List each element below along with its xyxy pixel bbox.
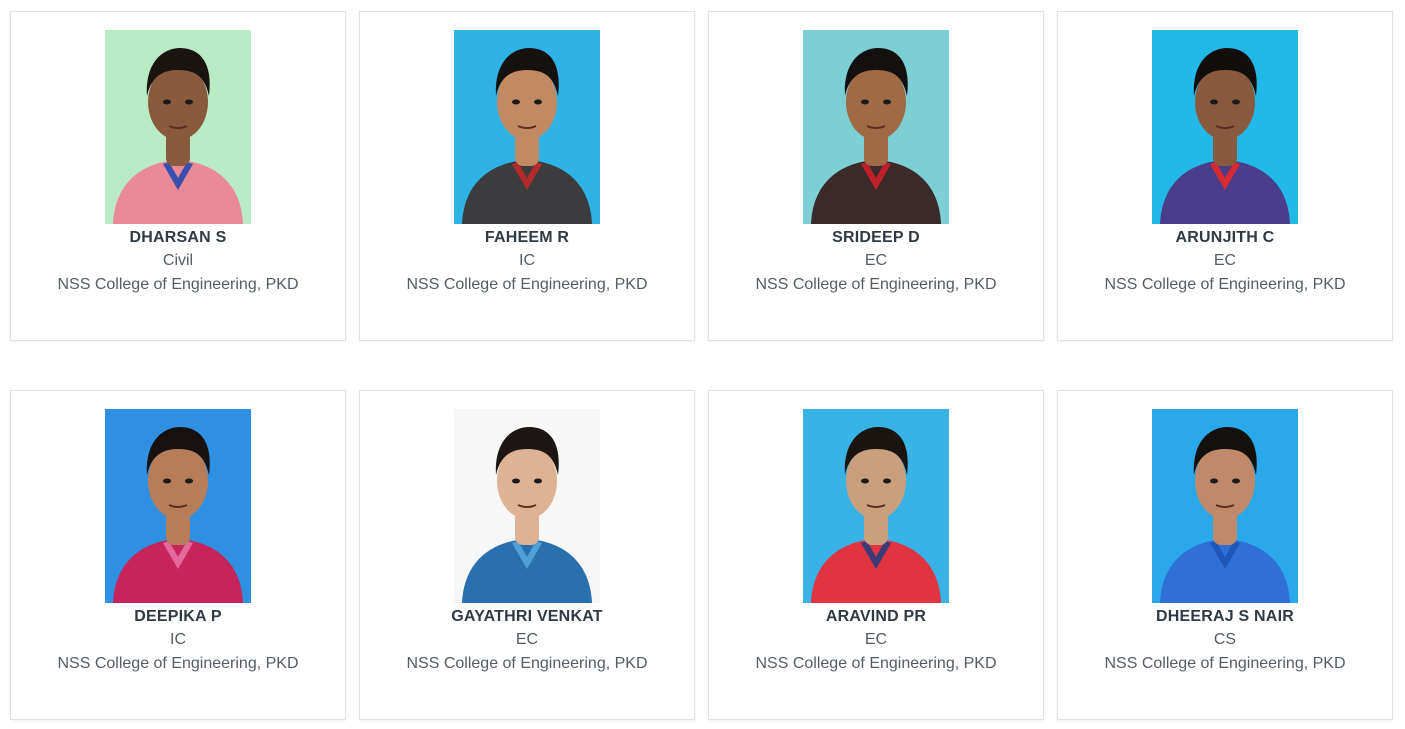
- student-grid: DHARSAN S Civil NSS College of Engineering…: [10, 11, 1393, 720]
- student-department: IC: [519, 252, 535, 269]
- student-photo: [454, 409, 600, 603]
- student-department: EC: [864, 631, 888, 648]
- student-department: IC: [170, 631, 186, 648]
- student-photo: [105, 30, 251, 224]
- student-card[interactable]: ARAVIND PR EC NSS College of Engineering, …: [708, 390, 1044, 720]
- student-card[interactable]: DHARSAN S Civil NSS College of Engineering…: [10, 11, 346, 341]
- student-name: SRIDEEP D: [832, 229, 920, 246]
- student-card[interactable]: FAHEEM R IC NSS College of Engineering, PK…: [359, 11, 695, 341]
- student-name: DEEPIKA P: [134, 608, 222, 625]
- student-photo: [1152, 30, 1298, 224]
- student-name: DHEERAJ S NAIR: [1156, 608, 1294, 625]
- student-department: EC: [515, 631, 539, 648]
- student-card[interactable]: SRIDEEP D EC NSS College of Engineering, P…: [708, 11, 1044, 341]
- student-card[interactable]: ARUNJITH C EC NSS College of Engineering, …: [1057, 11, 1393, 341]
- student-photo: [454, 30, 600, 224]
- student-card[interactable]: GAYATHRI VENKAT EC NSS College of Engineer…: [359, 390, 695, 720]
- student-name: DHARSAN S: [129, 229, 227, 246]
- student-college: NSS College of Engineering, PKD: [755, 655, 997, 672]
- student-card[interactable]: DEEPIKA P IC NSS College of Engineering, P…: [10, 390, 346, 720]
- student-name: ARUNJITH C: [1175, 229, 1275, 246]
- student-department: EC: [1213, 252, 1237, 269]
- student-name: FAHEEM R: [484, 229, 570, 246]
- student-college: NSS College of Engineering, PKD: [57, 276, 299, 293]
- student-college: NSS College of Engineering, PKD: [755, 276, 997, 293]
- student-college: NSS College of Engineering, PKD: [1104, 276, 1346, 293]
- student-college: NSS College of Engineering, PKD: [1104, 655, 1346, 672]
- student-card[interactable]: DHEERAJ S NAIR CS NSS College of Engineeri…: [1057, 390, 1393, 720]
- student-photo: [803, 409, 949, 603]
- student-college: NSS College of Engineering, PKD: [406, 655, 648, 672]
- student-department: EC: [864, 252, 888, 269]
- student-photo: [803, 30, 949, 224]
- student-college: NSS College of Engineering, PKD: [406, 276, 648, 293]
- student-name: ARAVIND PR: [825, 608, 927, 625]
- student-department: Civil: [162, 252, 194, 269]
- student-photo: [1152, 409, 1298, 603]
- student-department: CS: [1213, 631, 1237, 648]
- student-name: GAYATHRI VENKAT: [451, 608, 603, 625]
- student-college: NSS College of Engineering, PKD: [57, 655, 299, 672]
- student-photo: [105, 409, 251, 603]
